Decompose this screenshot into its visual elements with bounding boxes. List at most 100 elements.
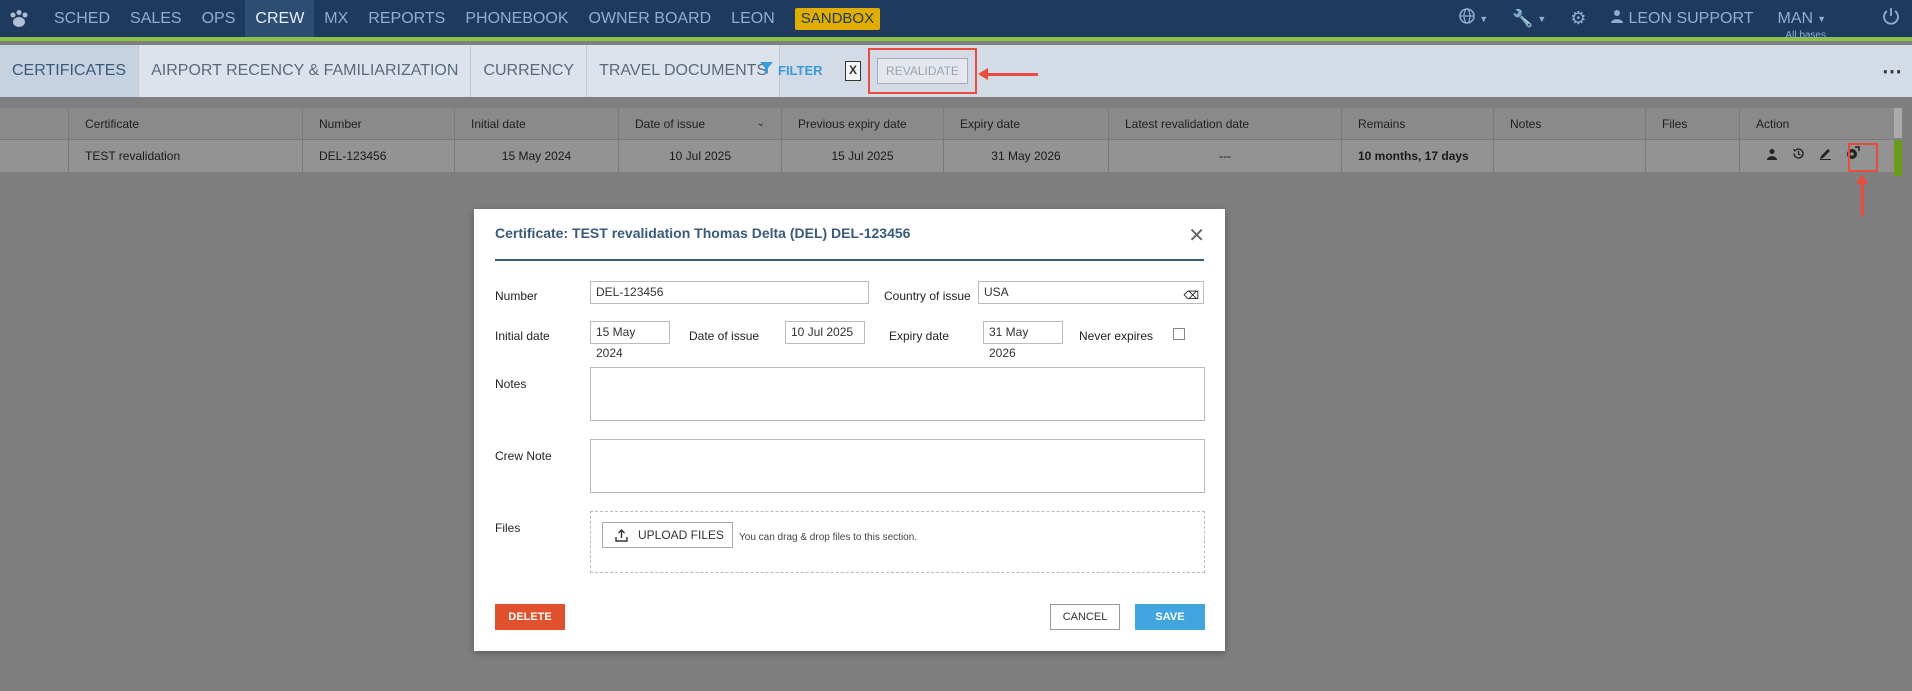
header-spacer xyxy=(0,108,69,139)
issue-date-label: Date of issue xyxy=(689,329,760,343)
expiry-date-label: Expiry date xyxy=(889,329,950,343)
tab-airport-recency[interactable]: AIRPORT RECENCY & FAMILIARIZATION xyxy=(139,45,472,97)
power-icon xyxy=(1882,7,1900,30)
sandbox-badge: SANDBOX xyxy=(794,8,881,30)
never-expires-checkbox[interactable] xyxy=(1173,328,1185,340)
filter-button[interactable]: FILTER xyxy=(760,45,823,97)
annotation-arrow-left xyxy=(978,68,1038,80)
header-remains[interactable]: Remains xyxy=(1342,108,1494,139)
filter-icon xyxy=(760,45,773,97)
upload-files-label: UPLOAD FILES xyxy=(638,528,725,542)
assign-user-icon[interactable] xyxy=(1766,140,1778,172)
delete-button[interactable]: DELETE xyxy=(495,604,565,630)
save-button[interactable]: SAVE xyxy=(1135,604,1205,630)
header-certificate[interactable]: Certificate xyxy=(69,108,303,139)
row-status-strip xyxy=(1894,140,1902,176)
upload-files-button[interactable]: UPLOAD FILES xyxy=(602,522,733,548)
caret-down-icon: ▼ xyxy=(1537,13,1547,24)
user-menu[interactable]: LEON SUPPORT xyxy=(1598,9,1765,28)
header-number[interactable]: Number xyxy=(303,108,455,139)
files-dropzone[interactable]: UPLOAD FILES You can drag & drop files t… xyxy=(590,511,1205,573)
user-icon xyxy=(1610,9,1624,28)
user-name: LEON SUPPORT xyxy=(1628,9,1754,27)
paw-logo-icon[interactable] xyxy=(8,9,32,31)
cancel-button[interactable]: CANCEL xyxy=(1050,604,1120,630)
crew-note-textarea[interactable] xyxy=(590,439,1205,493)
action-highlight xyxy=(1848,143,1878,172)
header-notes[interactable]: Notes xyxy=(1494,108,1646,139)
nav-mx[interactable]: MX xyxy=(314,0,358,37)
notes-textarea[interactable] xyxy=(590,367,1205,421)
clear-input-icon[interactable]: ⌫ xyxy=(1183,286,1199,307)
close-icon[interactable]: ✕ xyxy=(1188,223,1205,248)
edit-pencil-icon[interactable] xyxy=(1819,140,1832,172)
nav-crew[interactable]: CREW xyxy=(245,0,315,37)
annotation-arrow-up xyxy=(1856,174,1868,216)
logout-button[interactable] xyxy=(1870,7,1912,30)
tab-certificates[interactable]: CERTIFICATES xyxy=(0,45,140,97)
cell-expiry-date: 31 May 2026 xyxy=(944,140,1109,172)
nav-owner-board[interactable]: OWNER BOARD xyxy=(579,0,722,37)
header-previous-expiry[interactable]: Previous expiry date xyxy=(782,108,944,139)
vertical-scrollbar[interactable] xyxy=(1894,108,1902,138)
cell-remains: 10 months, 17 days xyxy=(1342,140,1494,172)
upload-icon xyxy=(615,523,628,550)
base-sub-label: All bases xyxy=(1785,29,1826,41)
nav-sched[interactable]: SCHED xyxy=(44,0,120,37)
header-initial-date[interactable]: Initial date xyxy=(455,108,619,139)
top-right-tools: ▼ 🔧 ▼ ⚙ LEON SUPPORT MAN ▼ All bases xyxy=(1447,0,1912,41)
table-header: Certificate Number Initial date Date of … xyxy=(0,108,1894,140)
revalidate-button[interactable]: REVALIDATE xyxy=(877,58,968,84)
country-input[interactable]: USA ⌫ xyxy=(978,281,1204,304)
files-label: Files xyxy=(495,521,521,535)
cell-files xyxy=(1646,140,1740,172)
certificates-table: Certificate Number Initial date Date of … xyxy=(0,108,1894,172)
number-input[interactable]: DEL-123456 xyxy=(590,281,869,304)
history-icon[interactable] xyxy=(1792,140,1805,172)
initial-date-label: Initial date xyxy=(495,329,550,343)
header-files[interactable]: Files xyxy=(1646,108,1740,139)
nav-leon[interactable]: LEON xyxy=(721,0,785,37)
cell-notes xyxy=(1494,140,1646,172)
notes-label: Notes xyxy=(495,377,527,391)
table-row[interactable]: TEST revalidation DEL-123456 15 May 2024… xyxy=(0,140,1894,172)
expiry-date-input[interactable]: 31 May 2026 xyxy=(983,321,1063,360)
country-label: Country of issue xyxy=(884,289,971,303)
nav-ops[interactable]: OPS xyxy=(192,0,246,37)
globe-icon xyxy=(1459,8,1476,29)
caret-down-icon: ▼ xyxy=(1479,13,1489,24)
cell-initial-date: 15 May 2024 xyxy=(455,140,619,172)
cell-previous-expiry: 15 Jul 2025 xyxy=(782,140,944,172)
caret-down-icon: ▼ xyxy=(1817,13,1826,24)
header-expiry-date[interactable]: Expiry date xyxy=(944,108,1109,139)
row-spacer xyxy=(0,140,69,172)
initial-date-input[interactable]: 15 May 2024 xyxy=(590,321,670,360)
tab-travel-documents[interactable]: TRAVEL DOCUMENTS xyxy=(587,45,781,97)
drag-drop-hint: You can drag & drop files to this sectio… xyxy=(739,532,918,543)
top-navigation-bar: SCHED SALES OPS CREW MX REPORTS PHONEBOO… xyxy=(0,0,1912,41)
tools-menu[interactable]: 🔧 ▼ xyxy=(1500,9,1558,29)
cell-date-of-issue: 10 Jul 2025 xyxy=(619,140,782,172)
excel-export-icon[interactable]: X xyxy=(845,61,861,81)
crew-note-label: Crew Note xyxy=(495,449,552,463)
header-date-of-issue[interactable]: Date of issue ⌄ xyxy=(619,108,782,139)
base-selector[interactable]: MAN ▼ All bases xyxy=(1766,9,1870,41)
number-label: Number xyxy=(495,289,538,303)
header-action: Action xyxy=(1756,117,1790,131)
settings-button[interactable]: ⚙ xyxy=(1558,8,1598,29)
filter-label: FILTER xyxy=(778,63,823,78)
nav-sales[interactable]: SALES xyxy=(120,0,192,37)
nav-phonebook[interactable]: PHONEBOOK xyxy=(455,0,578,37)
base-label: MAN xyxy=(1777,9,1814,27)
header-date-of-issue-label: Date of issue xyxy=(635,117,706,131)
cell-latest-revalidation: --- xyxy=(1109,140,1342,172)
more-options-icon[interactable]: ⋯ xyxy=(1882,59,1902,84)
header-latest-revalidation[interactable]: Latest revalidation date xyxy=(1109,108,1342,139)
cell-certificate: TEST revalidation xyxy=(69,140,303,172)
tab-currency[interactable]: CURRENCY xyxy=(471,45,588,97)
nav-reports[interactable]: REPORTS xyxy=(358,0,455,37)
wrench-icon: 🔧 xyxy=(1512,8,1534,28)
country-value: USA xyxy=(984,285,1009,299)
language-menu[interactable]: ▼ xyxy=(1447,8,1500,29)
issue-date-input[interactable]: 10 Jul 2025 xyxy=(785,321,865,344)
